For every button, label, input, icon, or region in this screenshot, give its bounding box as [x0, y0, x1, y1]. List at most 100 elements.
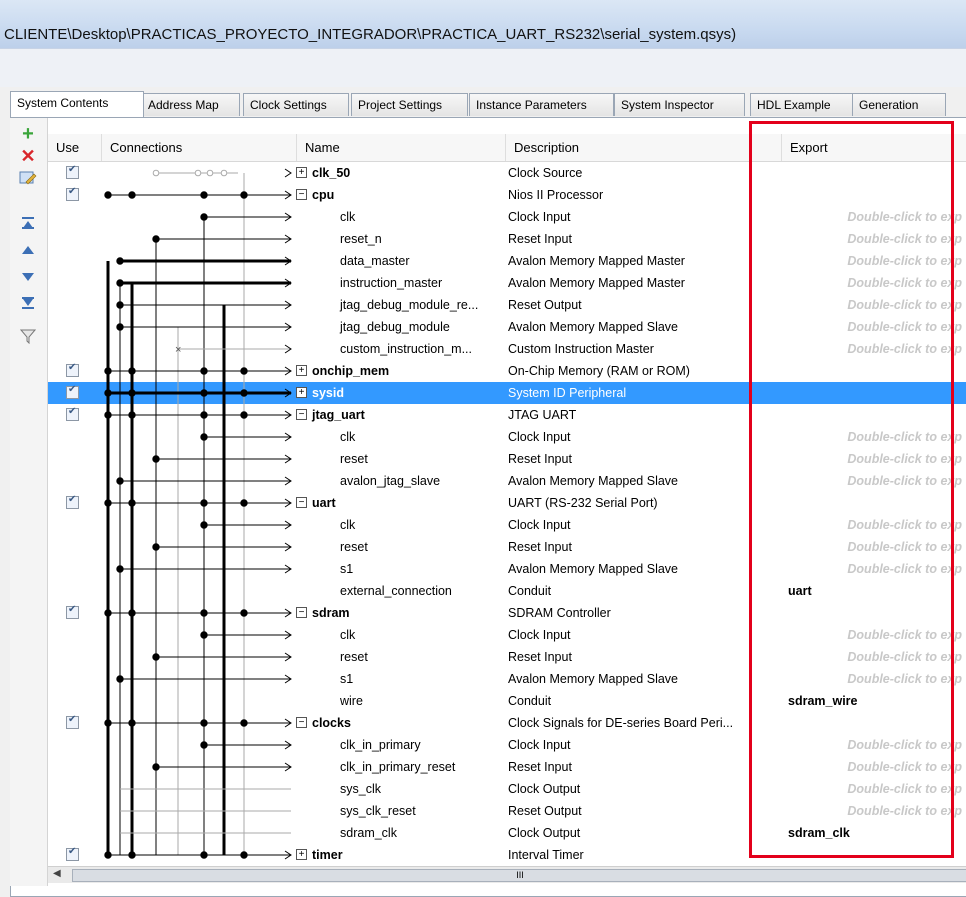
move-down-icon[interactable] [18, 270, 38, 290]
tab-project-settings[interactable]: Project Settings [351, 93, 468, 116]
interface-row[interactable]: instruction_master Avalon Memory Mapped M… [48, 272, 966, 294]
use-checkbox[interactable] [66, 406, 79, 421]
interface-row[interactable]: s1 Avalon Memory Mapped Slave Double-click… [48, 668, 966, 690]
add-icon[interactable]: + [18, 124, 38, 144]
horizontal-scrollbar[interactable]: ◀ III [48, 866, 966, 883]
export-placeholder[interactable]: Double-click to exp [782, 294, 966, 316]
collapse-icon[interactable]: − [296, 409, 307, 420]
interface-row[interactable]: clk_in_primary Clock Input Double-click to… [48, 734, 966, 756]
export-placeholder[interactable]: Double-click to exp [782, 778, 966, 800]
component-row[interactable]: + timer Interval Timer [48, 844, 966, 866]
interface-row[interactable]: custom_instruction_m... Custom Instructio… [48, 338, 966, 360]
scroll-left-icon[interactable]: ◀ [53, 868, 61, 879]
column-description[interactable]: Description [506, 134, 782, 161]
use-checkbox[interactable] [66, 384, 79, 399]
tab-system-contents[interactable]: System Contents [10, 91, 144, 117]
export-placeholder[interactable]: Double-click to exp [782, 272, 966, 294]
interface-row[interactable]: clk Clock Input Double-click to exp [48, 514, 966, 536]
export-value[interactable]: sdram_clk [782, 822, 966, 844]
tab-instance-parameters[interactable]: Instance Parameters [469, 93, 614, 116]
move-bottom-icon[interactable] [18, 296, 38, 316]
column-name[interactable]: Name [297, 134, 506, 161]
interface-row[interactable]: clk_in_primary_reset Reset Input Double-cl… [48, 756, 966, 778]
export-placeholder[interactable]: Double-click to exp [782, 514, 966, 536]
export-placeholder[interactable]: Double-click to exp [782, 338, 966, 360]
export-placeholder[interactable]: Double-click to exp [782, 448, 966, 470]
export-placeholder[interactable]: Double-click to exp [782, 800, 966, 822]
collapse-icon[interactable]: − [296, 189, 307, 200]
scrollbar-thumb[interactable]: III [72, 869, 966, 882]
export-value[interactable]: uart [782, 580, 966, 602]
interface-row[interactable]: data_master Avalon Memory Mapped Master Do… [48, 250, 966, 272]
export-placeholder[interactable]: Double-click to exp [782, 668, 966, 690]
interface-row[interactable]: clk Clock Input Double-click to exp [48, 426, 966, 448]
interface-row[interactable]: reset Reset Input Double-click to exp [48, 646, 966, 668]
interface-row[interactable]: wire Conduit sdram_wire [48, 690, 966, 712]
column-export[interactable]: Export [782, 134, 966, 161]
export-placeholder[interactable]: Double-click to exp [782, 734, 966, 756]
interface-row[interactable]: clk Clock Input Double-click to exp [48, 206, 966, 228]
use-checkbox[interactable] [66, 604, 79, 619]
component-row[interactable]: + clk_50 Clock Source [48, 162, 966, 184]
interface-row[interactable]: s1 Avalon Memory Mapped Slave Double-click… [48, 558, 966, 580]
move-up-icon[interactable] [18, 243, 38, 263]
component-row[interactable]: −uart UART (RS-232 Serial Port) [48, 492, 966, 514]
collapse-icon[interactable]: − [296, 497, 307, 508]
interface-row[interactable]: sys_clk_reset Reset Output Double-click to… [48, 800, 966, 822]
export-placeholder[interactable]: Double-click to exp [782, 536, 966, 558]
interface-row[interactable]: jtag_debug_module_re... Reset Output Doubl… [48, 294, 966, 316]
component-row[interactable]: + sysid System ID Peripheral [48, 382, 966, 404]
expand-icon[interactable]: + [296, 849, 307, 860]
interface-row[interactable]: sys_clk Clock Output Double-click to exp [48, 778, 966, 800]
interface-row[interactable]: reset_n Reset Input Double-click to exp [48, 228, 966, 250]
use-checkbox[interactable] [66, 362, 79, 377]
component-row[interactable]: −sdram SDRAM Controller [48, 602, 966, 624]
export-placeholder[interactable]: Double-click to exp [782, 316, 966, 338]
row-name: sysid [312, 386, 344, 400]
interface-row[interactable]: external_connection Conduit uart [48, 580, 966, 602]
row-description: Reset Input [508, 650, 572, 664]
export-placeholder[interactable]: Double-click to exp [782, 426, 966, 448]
export-value[interactable]: sdram_wire [782, 690, 966, 712]
collapse-icon[interactable]: − [296, 607, 307, 618]
interface-row[interactable]: sdram_clk Clock Output sdram_clk [48, 822, 966, 844]
use-checkbox[interactable] [66, 164, 79, 179]
interface-row[interactable]: clk Clock Input Double-click to exp [48, 624, 966, 646]
export-placeholder[interactable]: Double-click to exp [782, 206, 966, 228]
column-use[interactable]: Use [48, 134, 102, 161]
move-top-icon[interactable] [18, 216, 38, 236]
interface-row[interactable]: reset Reset Input Double-click to exp [48, 536, 966, 558]
column-connections[interactable]: Connections [102, 134, 297, 161]
use-checkbox[interactable] [66, 714, 79, 729]
component-row[interactable]: −clocks Clock Signals for DE-series Board… [48, 712, 966, 734]
expand-icon[interactable]: + [296, 365, 307, 376]
export-placeholder[interactable]: Double-click to exp [782, 470, 966, 492]
remove-icon[interactable]: ✕ [18, 146, 38, 166]
tab-generation[interactable]: Generation [852, 93, 946, 116]
use-checkbox[interactable] [66, 494, 79, 509]
interface-row[interactable]: avalon_jtag_slave Avalon Memory Mapped Sl… [48, 470, 966, 492]
interface-row[interactable]: reset Reset Input Double-click to exp [48, 448, 966, 470]
component-row[interactable]: + onchip_mem On-Chip Memory (RAM or ROM) [48, 360, 966, 382]
use-checkbox[interactable] [66, 186, 79, 201]
tab-system-inspector[interactable]: System Inspector [614, 93, 745, 116]
export-placeholder[interactable]: Double-click to exp [782, 624, 966, 646]
expand-icon[interactable]: + [296, 167, 307, 178]
tab-clock-settings[interactable]: Clock Settings [243, 93, 349, 116]
export-placeholder[interactable]: Double-click to exp [782, 250, 966, 272]
tab-hdl-example[interactable]: HDL Example [750, 93, 854, 116]
expand-icon[interactable]: + [296, 387, 307, 398]
collapse-icon[interactable]: − [296, 717, 307, 728]
filter-icon[interactable] [18, 328, 38, 348]
tab-address-map[interactable]: Address Map [141, 93, 240, 116]
component-row[interactable]: −cpu Nios II Processor [48, 184, 966, 206]
edit-icon[interactable] [18, 170, 38, 190]
export-placeholder[interactable]: Double-click to exp [782, 756, 966, 778]
component-row[interactable]: −jtag_uart JTAG UART [48, 404, 966, 426]
export-placeholder[interactable]: Double-click to exp [782, 646, 966, 668]
interface-row[interactable]: jtag_debug_module Avalon Memory Mapped Sl… [48, 316, 966, 338]
export-placeholder[interactable]: Double-click to exp [782, 558, 966, 580]
use-checkbox[interactable] [66, 846, 79, 861]
row-description: Conduit [508, 694, 552, 708]
export-placeholder[interactable]: Double-click to exp [782, 228, 966, 250]
